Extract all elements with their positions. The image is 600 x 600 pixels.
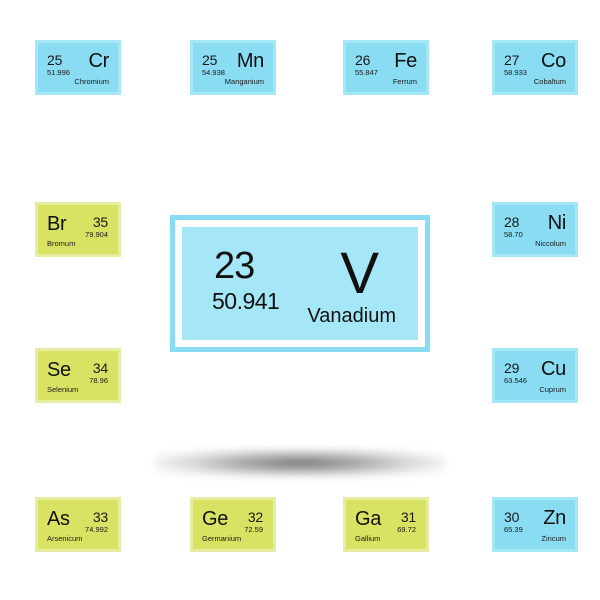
element-tile-fe[interactable]: 26 55.847 Fe Ferrum xyxy=(343,40,429,95)
element-symbol: Ga xyxy=(355,508,382,530)
element-tile-br[interactable]: 35 79.904 Br Bromum xyxy=(35,202,121,257)
hero-tile-face: 23 50.941 V Vanadium xyxy=(182,227,418,340)
element-name: Selenium xyxy=(47,384,79,394)
atomic-mass: 63.546 xyxy=(504,376,527,385)
element-tile-face: 25 51.996 Cr Chromium xyxy=(38,43,118,92)
atomic-mass: 58.70 xyxy=(504,230,523,239)
atomic-number: 25 xyxy=(202,52,218,68)
atomic-number: 26 xyxy=(355,52,371,68)
atomic-mass: 72.59 xyxy=(244,525,263,534)
element-tile-ni[interactable]: 28 58.70 Ni Niccolum xyxy=(492,202,578,257)
element-name: Arsenicum xyxy=(47,533,83,543)
atomic-number: 35 xyxy=(92,214,108,230)
element-tile-face: 29 63.546 Cu Cuprum xyxy=(495,351,575,400)
element-name: Germanium xyxy=(202,533,242,543)
element-name: Bromum xyxy=(47,238,76,248)
element-tile-as[interactable]: 33 74.992 As Arsenicum xyxy=(35,497,121,552)
element-tile-face: 27 58.933 Co Cobaltum xyxy=(495,43,575,92)
atomic-mass: 65.39 xyxy=(504,525,523,534)
atomic-mass: 69.72 xyxy=(397,525,416,534)
atomic-mass: 55.847 xyxy=(355,68,378,77)
element-name: Niccolum xyxy=(535,238,566,248)
hero-element-symbol: V xyxy=(340,241,379,306)
element-symbol: Zn xyxy=(543,507,566,529)
element-symbol: As xyxy=(47,508,70,530)
element-tile-face: 35 79.904 Br Bromum xyxy=(38,205,118,254)
atomic-number: 27 xyxy=(504,52,520,68)
element-name: Ferrum xyxy=(392,76,417,86)
element-tile-cu[interactable]: 29 63.546 Cu Cuprum xyxy=(492,348,578,403)
element-symbol: Co xyxy=(541,50,566,72)
hero-atomic-mass: 50.941 xyxy=(212,288,280,314)
periodic-element-icon-set: 25 51.996 Cr Chromium 25 54.938 Mn Manganium 26 5… xyxy=(0,0,600,600)
element-symbol: Cu xyxy=(541,358,566,380)
hero-element-name: Vanadium xyxy=(307,305,396,327)
atomic-number: 34 xyxy=(92,360,108,376)
element-tile-face: 33 74.992 As Arsenicum xyxy=(38,500,118,549)
element-tile-face: 32 72.59 Ge Germanium xyxy=(193,500,273,549)
element-symbol: Se xyxy=(47,359,71,381)
hero-drop-shadow xyxy=(155,448,445,478)
hero-element-tile-vanadium[interactable]: 23 50.941 V Vanadium xyxy=(170,215,430,352)
atomic-number: 32 xyxy=(247,509,263,525)
atomic-mass: 79.904 xyxy=(85,230,108,239)
element-name: Manganium xyxy=(224,76,264,86)
element-symbol: Mn xyxy=(236,50,264,72)
element-tile-co[interactable]: 27 58.933 Co Cobaltum xyxy=(492,40,578,95)
element-tile-mn[interactable]: 25 54.938 Mn Manganium xyxy=(190,40,276,95)
element-name: Chromium xyxy=(74,76,109,86)
element-tile-face: 26 55.847 Fe Ferrum xyxy=(346,43,426,92)
atomic-mass: 54.938 xyxy=(202,68,225,77)
atomic-number: 30 xyxy=(504,509,520,525)
element-symbol: Cr xyxy=(88,50,109,72)
element-name: Gallium xyxy=(355,533,381,543)
atomic-mass: 58.933 xyxy=(504,68,527,77)
element-symbol: Ni xyxy=(547,212,567,234)
atomic-mass: 51.996 xyxy=(47,68,70,77)
element-symbol: Fe xyxy=(394,50,417,72)
element-tile-cr[interactable]: 25 51.996 Cr Chromium xyxy=(35,40,121,95)
atomic-mass: 74.992 xyxy=(85,525,108,534)
element-tile-face: 28 58.70 Ni Niccolum xyxy=(495,205,575,254)
element-tile-face: 25 54.938 Mn Manganium xyxy=(193,43,273,92)
atomic-number: 25 xyxy=(47,52,63,68)
atomic-number: 29 xyxy=(504,360,520,376)
element-symbol: Br xyxy=(47,213,67,235)
element-name: Cuprum xyxy=(539,384,566,394)
element-symbol: Ge xyxy=(202,508,229,530)
atomic-number: 28 xyxy=(504,214,520,230)
element-tile-ga[interactable]: 31 69.72 Ga Gallium xyxy=(343,497,429,552)
atomic-number: 31 xyxy=(400,509,416,525)
element-name: Zincum xyxy=(541,533,566,543)
element-tile-zn[interactable]: 30 65.39 Zn Zincum xyxy=(492,497,578,552)
atomic-number: 33 xyxy=(92,509,108,525)
atomic-mass: 78.96 xyxy=(89,376,108,385)
hero-atomic-number: 23 xyxy=(214,245,255,287)
element-name: Cobaltum xyxy=(533,76,566,86)
element-tile-se[interactable]: 34 78.96 Se Selenium xyxy=(35,348,121,403)
element-tile-face: 34 78.96 Se Selenium xyxy=(38,351,118,400)
element-tile-face: 31 69.72 Ga Gallium xyxy=(346,500,426,549)
element-tile-face: 30 65.39 Zn Zincum xyxy=(495,500,575,549)
element-tile-ge[interactable]: 32 72.59 Ge Germanium xyxy=(190,497,276,552)
